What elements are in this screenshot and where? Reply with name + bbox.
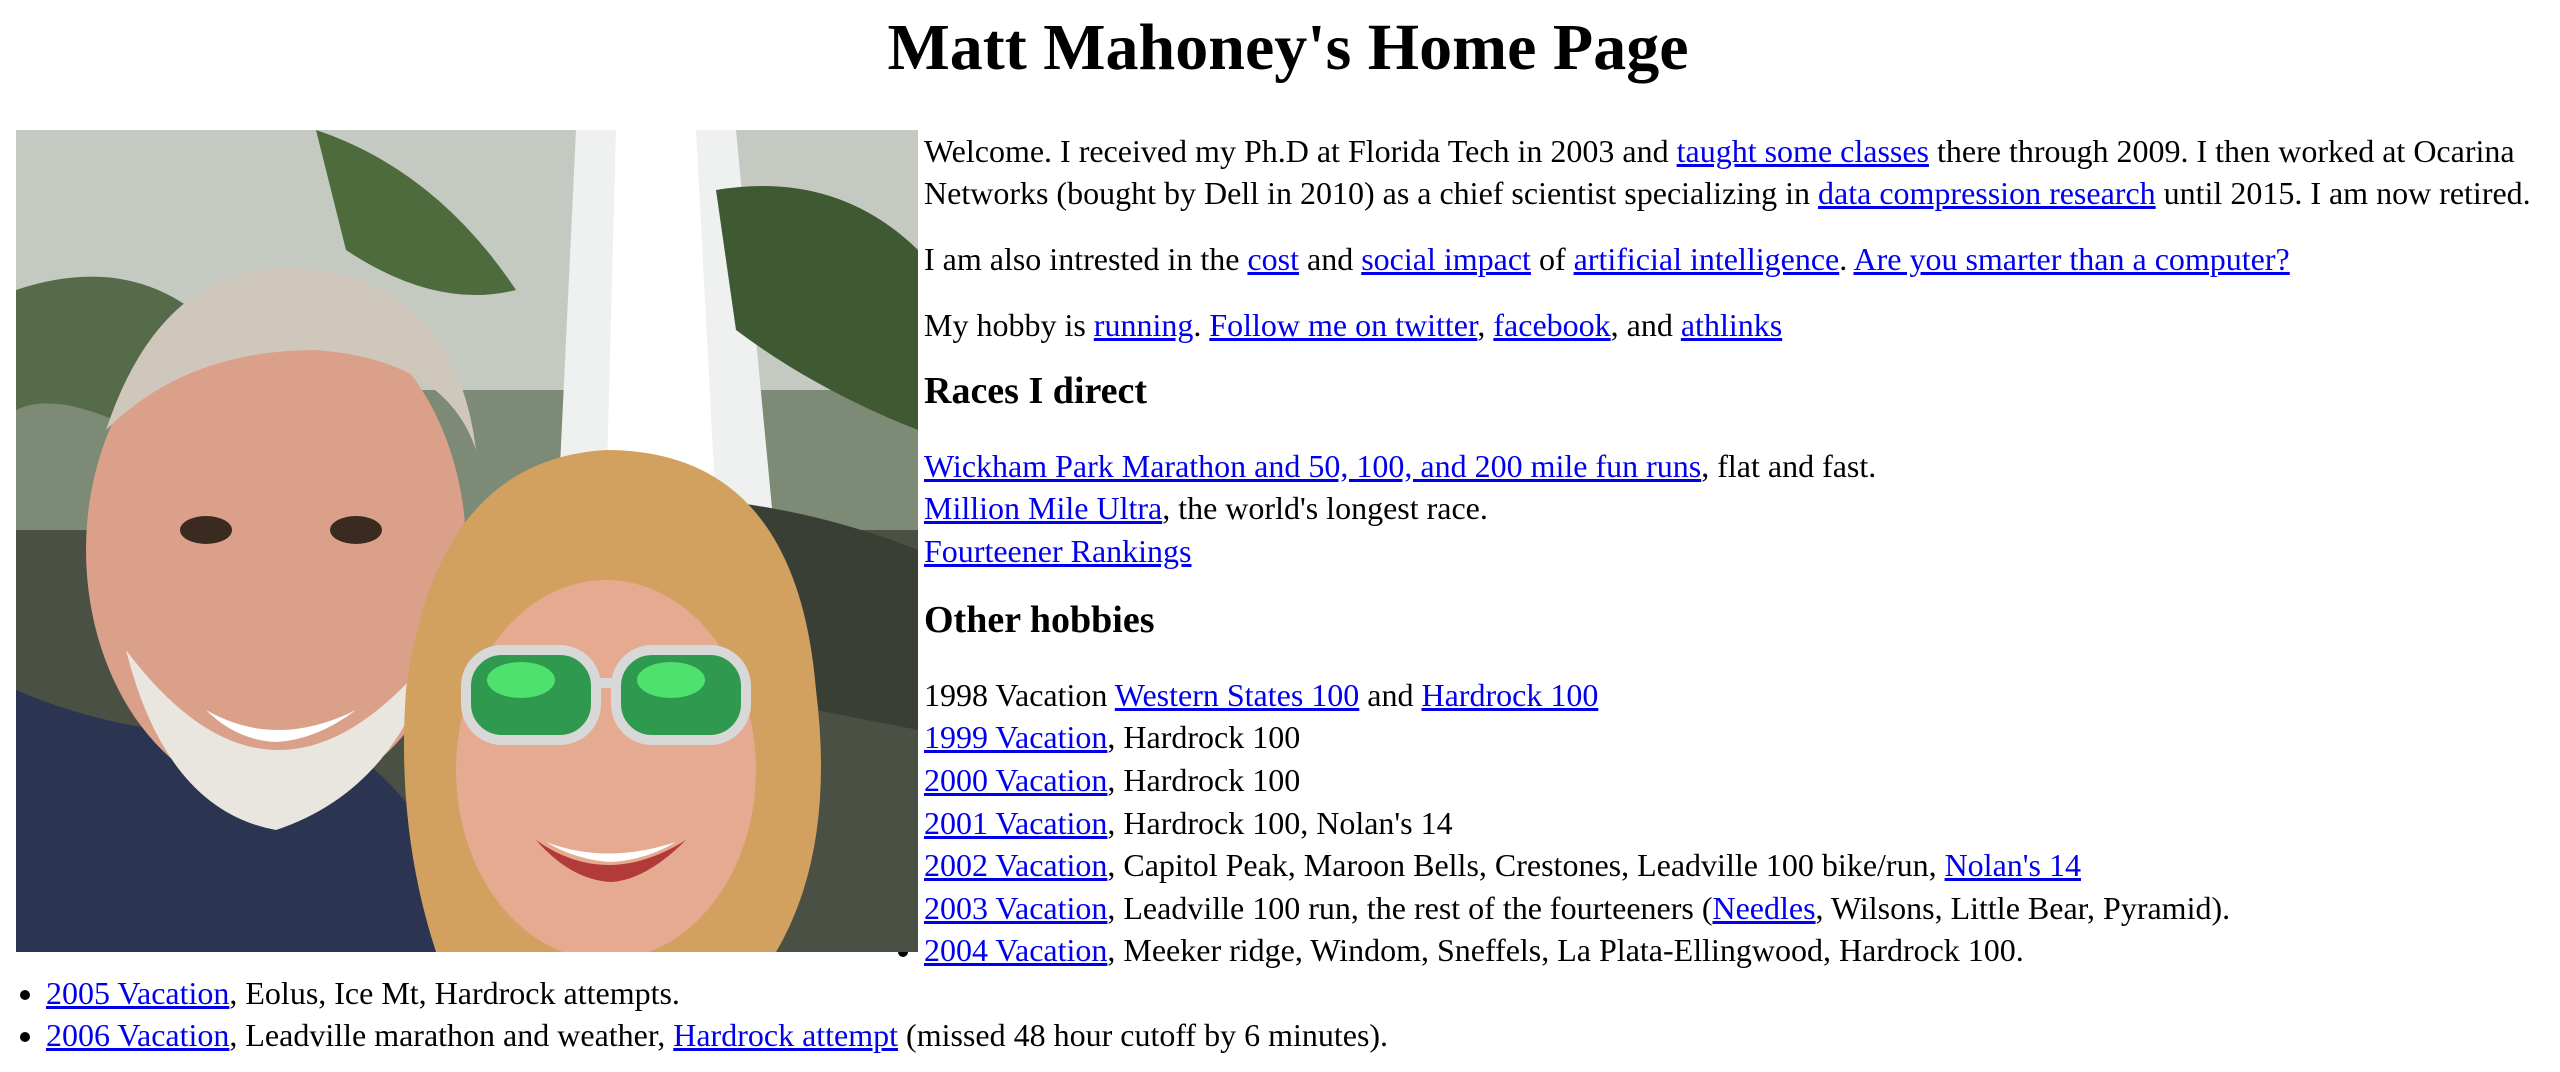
- list-item-text: (missed 48 hour cutoff by 6 minutes).: [898, 1017, 1389, 1054]
- vacation-2001-link[interactable]: 2001 Vacation: [924, 805, 1107, 841]
- intro-text: .: [1193, 306, 1210, 343]
- nolans-14-link[interactable]: Nolan's 14: [1945, 847, 2081, 883]
- list-item-text: , Hardrock 100, Nolan's 14: [1107, 804, 1453, 841]
- list-item-text: and: [1359, 676, 1422, 713]
- couple-photo-illustration: [16, 129, 918, 952]
- vacation-2000-link[interactable]: 2000 Vacation: [924, 762, 1107, 798]
- vacation-2005-link[interactable]: 2005 Vacation: [46, 975, 229, 1011]
- list-item-text: , Hardrock 100: [1107, 762, 1301, 798]
- intro-text: My hobby is: [924, 306, 1094, 343]
- page-title: Matt Mahoney's Home Page: [887, 11, 1689, 84]
- list-item-text: , Eolus, Ice Mt, Hardrock attempts.: [229, 974, 680, 1011]
- smarter-than-computer-link[interactable]: Are you smarter than a computer?: [1853, 241, 2289, 277]
- intro-text: and: [1299, 240, 1362, 277]
- vacation-1999-link[interactable]: 1999 Vacation: [924, 719, 1107, 755]
- fourteener-rankings-link[interactable]: Fourteener Rankings: [924, 533, 1192, 569]
- twitter-link[interactable]: Follow me on twitter: [1209, 307, 1477, 343]
- intro-text: .: [1839, 240, 1854, 277]
- artificial-intelligence-link[interactable]: artificial intelligence: [1574, 241, 1840, 277]
- vacation-2003-link[interactable]: 2003 Vacation: [924, 890, 1107, 926]
- list-item: 2006 Vacation, Leadville marathon and we…: [46, 1014, 2560, 1057]
- vacation-2002-link[interactable]: 2002 Vacation: [924, 847, 1107, 883]
- intro-text: ,: [1477, 306, 1494, 343]
- vacation-2004-link[interactable]: 2004 Vacation: [924, 932, 1107, 968]
- list-item-text: , the world's longest race.: [1162, 490, 1488, 527]
- list-item-text: , Wilsons, Little Bear, Pyramid).: [1815, 889, 2231, 926]
- profile-photo: [16, 129, 918, 952]
- wickham-park-link[interactable]: Wickham Park Marathon and 50, 100, and 2…: [924, 448, 1701, 484]
- intro-text: I am also intrested in the: [924, 240, 1248, 277]
- list-item-text: , Hardrock 100: [1107, 719, 1301, 756]
- list-item-text: , Capitol Peak, Maroon Bells, Crestones,…: [1107, 847, 1945, 884]
- needles-link[interactable]: Needles: [1712, 890, 1815, 926]
- hardrock-attempt-link[interactable]: Hardrock attempt: [673, 1017, 898, 1053]
- hardrock-100-link[interactable]: Hardrock 100: [1421, 677, 1598, 713]
- list-item-text: , flat and fast.: [1701, 447, 1877, 484]
- running-link[interactable]: running: [1094, 307, 1194, 343]
- list-item-text: , Leadville marathon and weather,: [229, 1017, 674, 1054]
- list-item-text: 1998 Vacation: [924, 676, 1115, 713]
- list-item-text: , Meeker ridge, Windom, Sneffels, La Pla…: [1107, 932, 2024, 969]
- list-item-text: , Leadville 100 run, the rest of the fou…: [1107, 889, 1713, 926]
- intro-text: until 2015. I am now retired.: [2155, 175, 2531, 212]
- intro-text: Welcome. I received my Ph.D at Florida T…: [924, 132, 1677, 169]
- social-impact-link[interactable]: social impact: [1361, 241, 1531, 277]
- intro-text: , and: [1610, 306, 1681, 343]
- intro-text: of: [1530, 240, 1574, 277]
- million-mile-ultra-link[interactable]: Million Mile Ultra: [924, 490, 1162, 526]
- taught-classes-link[interactable]: taught some classes: [1677, 133, 1929, 169]
- facebook-link[interactable]: facebook: [1493, 307, 1610, 343]
- athlinks-link[interactable]: athlinks: [1681, 307, 1782, 343]
- western-states-link[interactable]: Western States 100: [1115, 677, 1359, 713]
- vacation-2006-link[interactable]: 2006 Vacation: [46, 1017, 229, 1053]
- data-compression-link[interactable]: data compression research: [1818, 175, 2156, 211]
- cost-link[interactable]: cost: [1247, 241, 1299, 277]
- list-item: 2005 Vacation, Eolus, Ice Mt, Hardrock a…: [46, 972, 2560, 1015]
